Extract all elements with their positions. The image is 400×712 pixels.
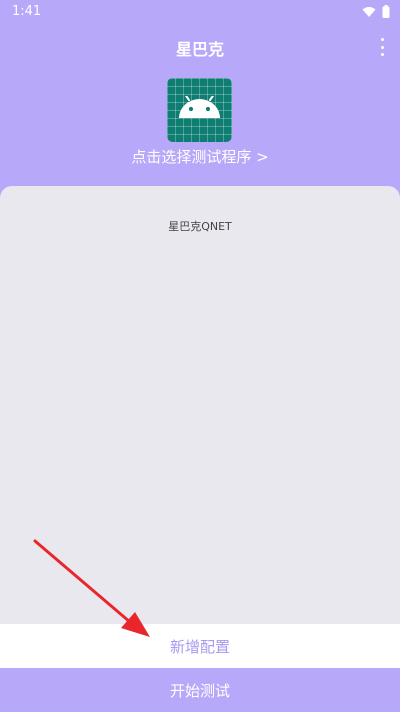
status-time: 1:41 (12, 4, 42, 19)
more-vert-icon-dot (380, 45, 384, 49)
more-options-button[interactable] (376, 38, 388, 56)
config-panel: 星巴克QNET (0, 186, 400, 656)
add-config-button[interactable]: 新增配置 (0, 624, 400, 668)
more-vert-icon-dot (380, 53, 384, 56)
wifi-icon (362, 6, 376, 17)
app-icon-button[interactable] (167, 78, 232, 142)
config-name: 星巴克QNET (168, 220, 232, 233)
page-title: 星巴克 (175, 40, 224, 59)
android-icon (179, 96, 220, 118)
more-vert-icon (380, 38, 384, 41)
status-icons (362, 5, 390, 18)
start-test-button[interactable]: 开始测试 (0, 668, 400, 712)
select-test-program-link[interactable]: 点击选择测试程序 > (0, 146, 400, 167)
status-bar: 1:41 (0, 0, 400, 24)
battery-icon (382, 5, 390, 18)
